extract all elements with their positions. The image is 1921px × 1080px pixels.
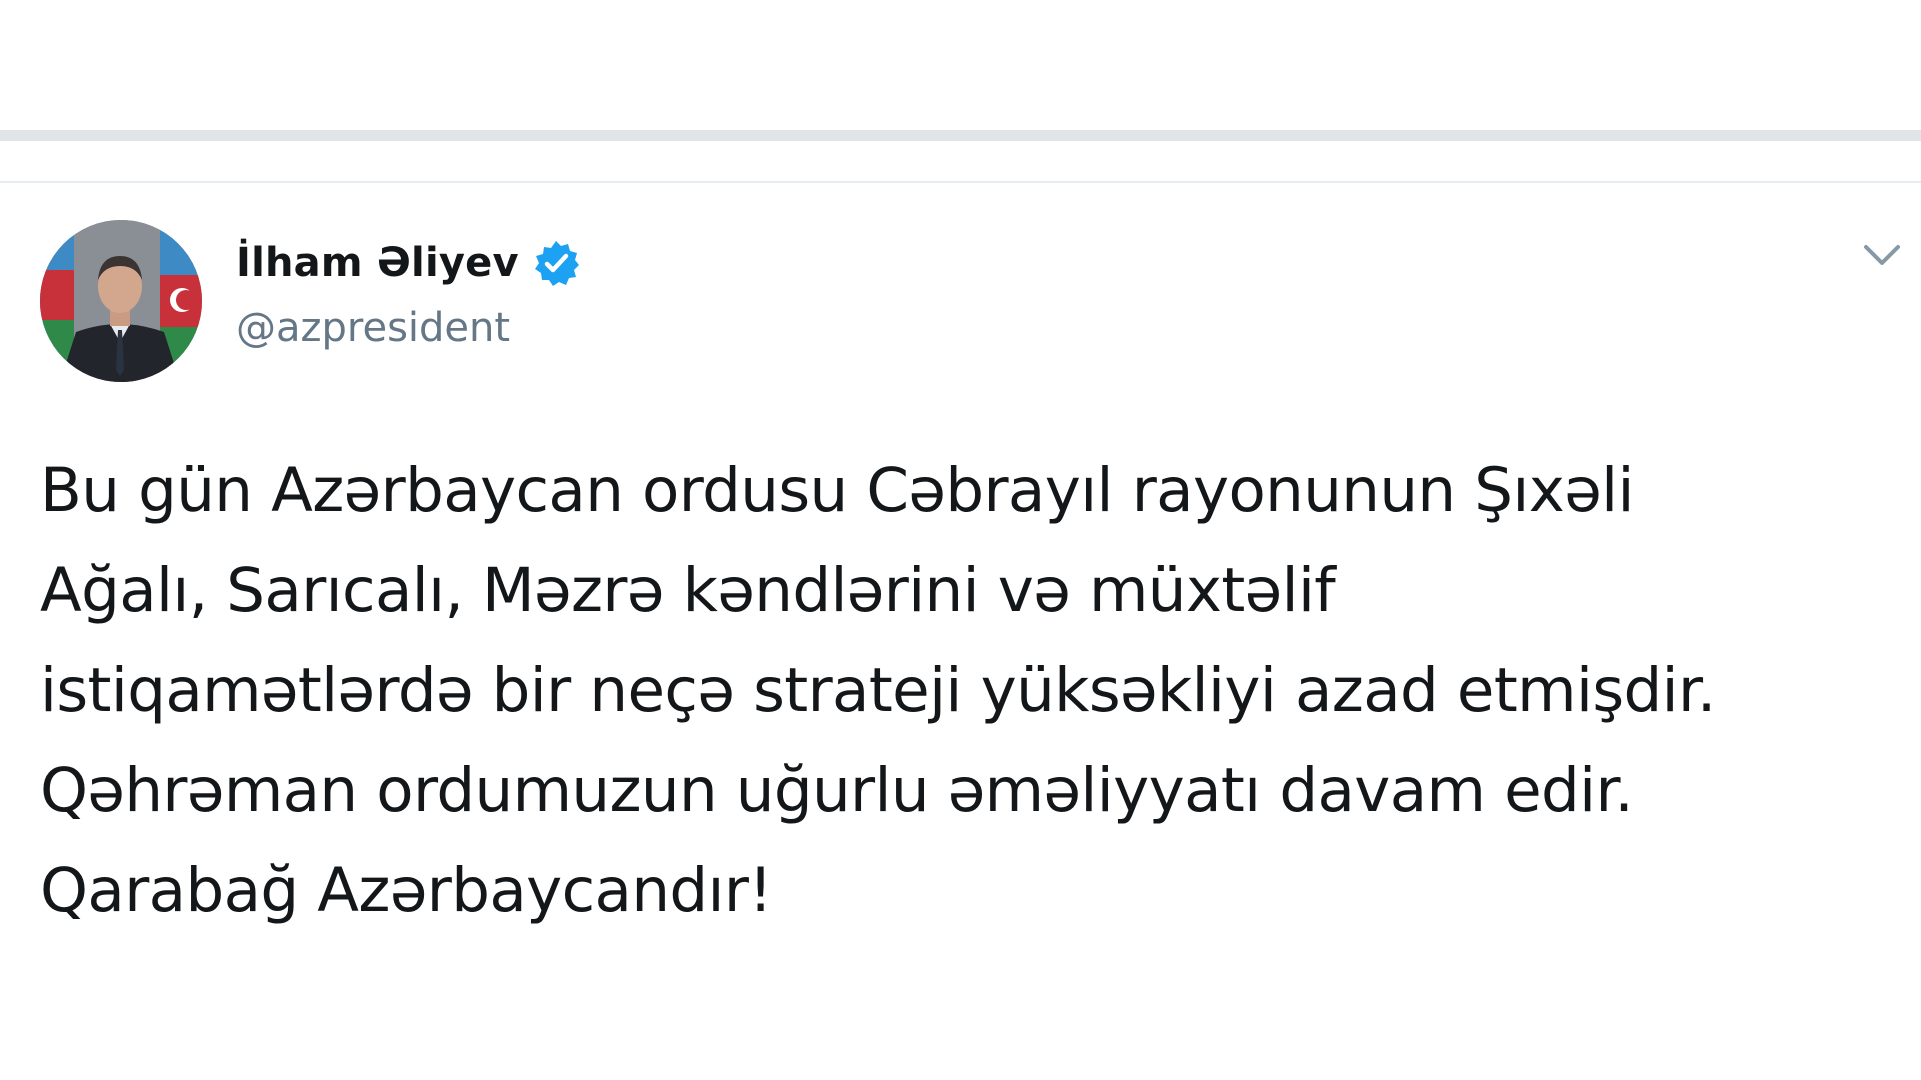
card-header-strip xyxy=(0,141,1921,183)
top-separator xyxy=(0,130,1921,141)
tweet-text: Bu gün Azərbaycan ordusu Cəbrayıl rayonu… xyxy=(40,441,1900,941)
page: İlham Əliyev @azpresident Bu gün Azərbay… xyxy=(0,0,1921,1080)
avatar-image xyxy=(40,220,202,382)
author-name-row[interactable]: İlham Əliyev xyxy=(236,235,581,291)
author-display-name[interactable]: İlham Əliyev xyxy=(236,240,519,286)
author-handle[interactable]: @azpresident xyxy=(236,305,510,351)
tweet-text-line: Bu gün Azərbaycan ordusu Cəbrayıl rayonu… xyxy=(40,455,1634,526)
tweet-text-line: Qəhrəman ordumuzun uğurlu əməliyyatı dav… xyxy=(40,755,1634,826)
tweet-card: İlham Əliyev @azpresident Bu gün Azərbay… xyxy=(0,183,1921,958)
chevron-down-icon[interactable] xyxy=(1862,241,1902,269)
tweet-text-line: Ağalı, Sarıcalı, Məzrə kəndlərini və müx… xyxy=(40,555,1336,626)
verified-badge-icon xyxy=(531,238,581,288)
tweet-text-line: Qarabağ Azərbaycandır! xyxy=(40,855,773,926)
tweet-text-line: istiqamətlərdə bir neçə strateji yüksəkl… xyxy=(40,655,1716,726)
avatar[interactable] xyxy=(40,220,202,382)
